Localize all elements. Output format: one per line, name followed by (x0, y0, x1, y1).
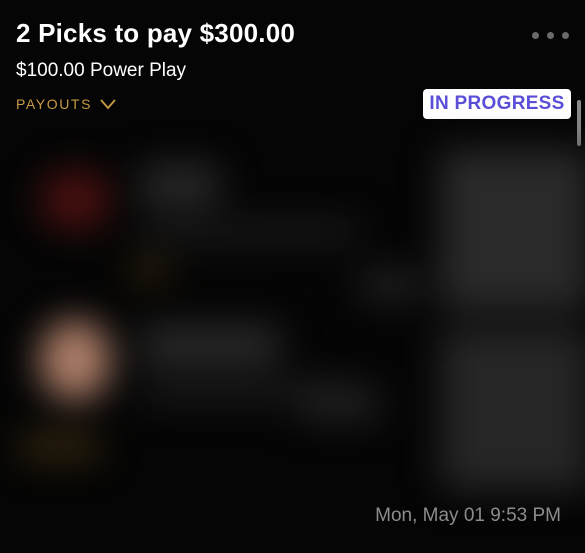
player-avatar-blurred (40, 170, 110, 230)
more-dots-icon (532, 32, 539, 39)
entry-card: 2 Picks to pay $300.00 $100.00 Power Pla… (0, 0, 585, 553)
pick-card-blurred (440, 330, 585, 490)
payouts-toggle[interactable]: PAYOUTS (16, 96, 116, 112)
status-badge: IN PROGRESS (423, 89, 571, 119)
text-blurred (140, 165, 220, 205)
text-blurred (360, 270, 420, 300)
blurred-picks-list (0, 130, 585, 500)
text-blurred (130, 260, 170, 280)
chevron-down-icon (100, 99, 116, 110)
more-options-button[interactable] (532, 32, 569, 39)
text-blurred (140, 220, 360, 244)
payouts-label: PAYOUTS (16, 96, 93, 112)
player-avatar-blurred (40, 320, 110, 400)
entry-timestamp: Mon, May 01 9:53 PM (375, 505, 561, 526)
entry-title: 2 Picks to pay $300.00 (16, 18, 296, 48)
pick-card-blurred (440, 150, 585, 310)
text-blurred (20, 435, 100, 459)
text-blurred (140, 325, 280, 365)
more-dots-icon (562, 32, 569, 39)
text-blurred (300, 390, 380, 420)
entry-subtitle: $100.00 Power Play (16, 60, 187, 81)
more-dots-icon (547, 32, 554, 39)
